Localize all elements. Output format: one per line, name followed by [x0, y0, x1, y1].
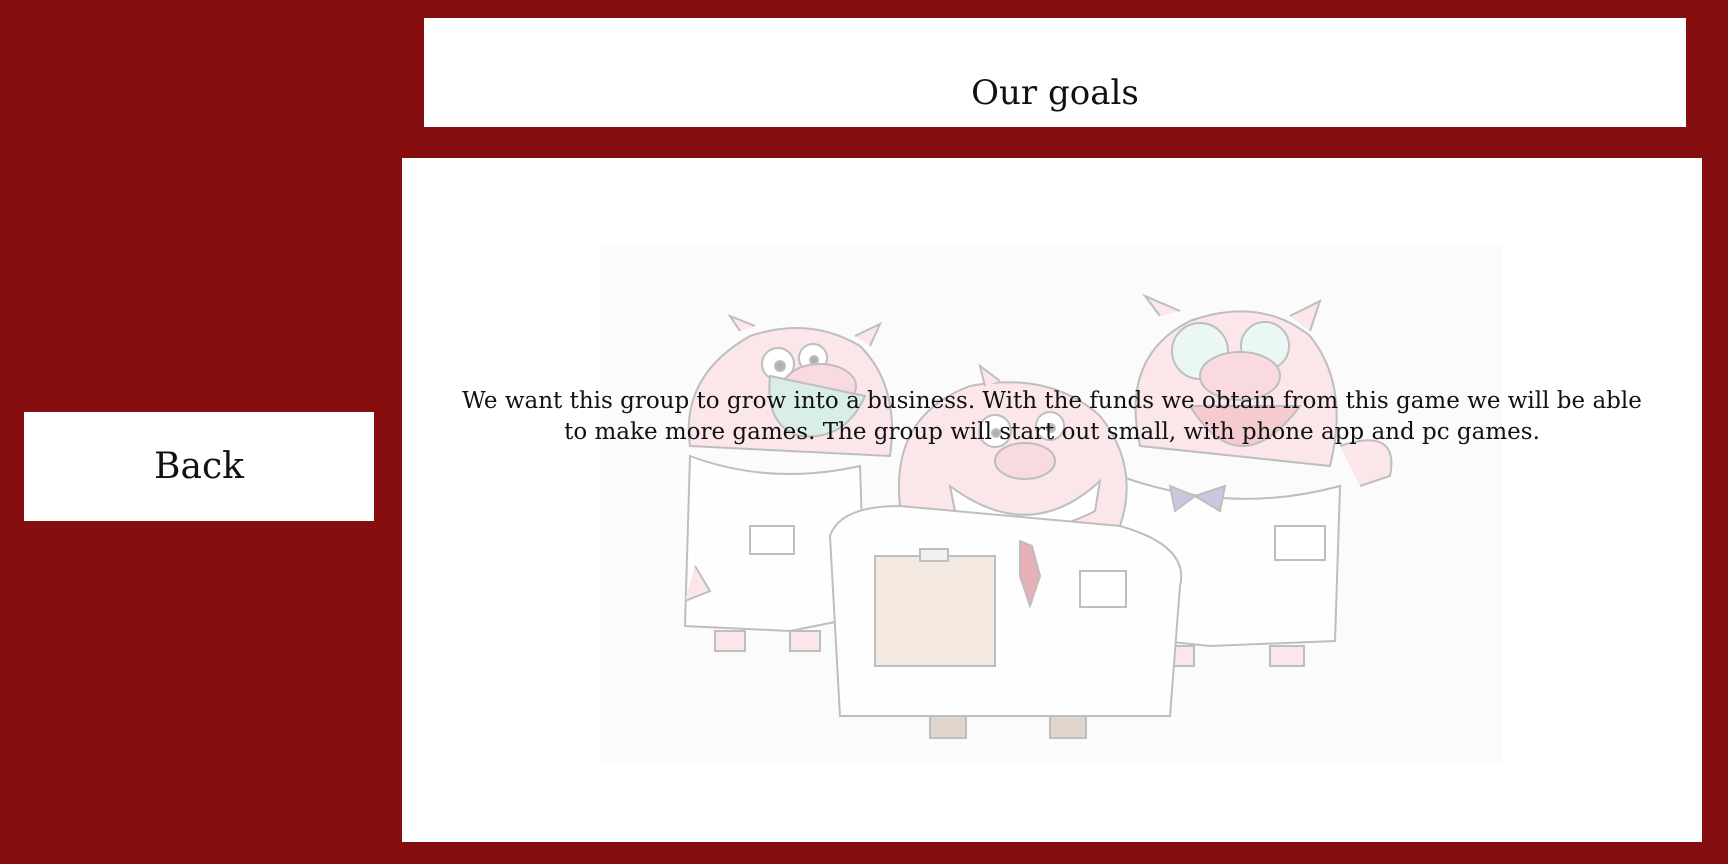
content-panel: We want this group to grow into a busine… — [402, 158, 1702, 842]
back-button[interactable]: Back — [24, 412, 374, 521]
goals-description: We want this group to grow into a busine… — [462, 388, 1642, 445]
page-title: Our goals — [971, 72, 1139, 113]
back-button-label: Back — [154, 446, 244, 487]
page-title-box: Our goals — [424, 18, 1686, 127]
pig-scientists-illustration — [600, 246, 1502, 762]
